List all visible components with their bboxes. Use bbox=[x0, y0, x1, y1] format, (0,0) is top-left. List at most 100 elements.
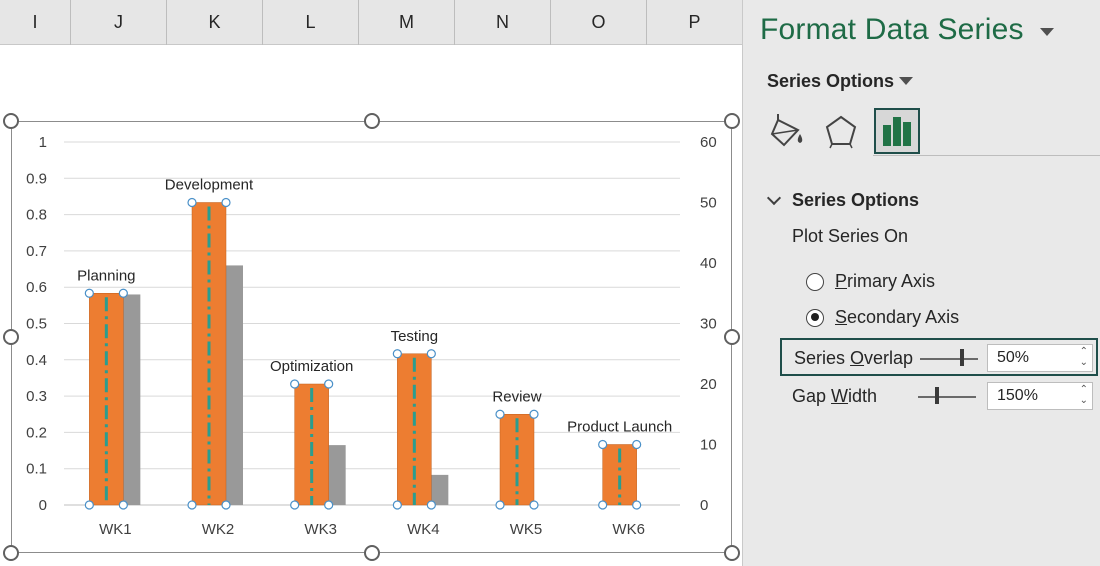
selection-handle bbox=[392, 349, 402, 359]
resize-handle-bottom-right[interactable] bbox=[724, 545, 740, 561]
resize-handle-top[interactable] bbox=[364, 113, 380, 129]
selection-handle bbox=[118, 288, 128, 298]
primary-axis-option[interactable]: Primary Axis bbox=[806, 271, 935, 292]
secondary-series-bar bbox=[397, 353, 432, 506]
effects-tab[interactable] bbox=[818, 108, 864, 154]
primary-axis-tick: 0.1 bbox=[26, 461, 47, 478]
primary-axis-tick: 0.3 bbox=[26, 388, 47, 405]
resize-handle-left[interactable] bbox=[3, 329, 19, 345]
pentagon-icon bbox=[825, 115, 857, 149]
chevron-down-icon bbox=[766, 190, 782, 205]
pane-menu-caret-icon[interactable] bbox=[1040, 28, 1054, 36]
primary-axis-tick: 0.9 bbox=[26, 170, 47, 187]
resize-handle-top-left[interactable] bbox=[3, 113, 19, 129]
selection-handle bbox=[324, 379, 334, 389]
spin-arrows-icon[interactable]: ⌃ ⌄ bbox=[1080, 346, 1088, 368]
data-label: Development bbox=[165, 177, 254, 194]
fill-line-tab[interactable] bbox=[764, 108, 810, 154]
secondary-axis-tick: 40 bbox=[700, 255, 717, 272]
selection-handle bbox=[529, 409, 539, 419]
pane-title: Format Data Series bbox=[760, 13, 1024, 46]
secondary-axis-tick: 50 bbox=[700, 195, 717, 212]
category-tick: WK6 bbox=[612, 521, 645, 538]
gap-width-input[interactable]: 150% ⌃ ⌄ bbox=[987, 382, 1093, 410]
data-label: Optimization bbox=[270, 358, 353, 375]
category-tick: WK2 bbox=[202, 521, 235, 538]
primary-axis-label: Primary Axis bbox=[835, 271, 936, 291]
gap-width-row: Gap Width 150% ⌃ ⌄ bbox=[780, 378, 1098, 416]
selection-handle bbox=[392, 500, 402, 510]
series-overlap-slider-thumb[interactable] bbox=[960, 349, 964, 366]
selection-handle bbox=[221, 197, 231, 208]
primary-axis-radio[interactable] bbox=[806, 272, 824, 291]
primary-axis-tick: 0.7 bbox=[26, 243, 47, 260]
primary-axis-tick: 0.8 bbox=[26, 207, 47, 224]
series-overlap-label: Series Overlap bbox=[794, 348, 914, 368]
spin-arrows-icon[interactable]: ⌃ ⌄ bbox=[1080, 384, 1088, 406]
paint-bucket-icon bbox=[770, 114, 803, 147]
gap-width-label: Gap Width bbox=[792, 386, 878, 406]
selection-handle bbox=[426, 349, 436, 359]
bar-chart-icon bbox=[883, 117, 911, 146]
selection-handle bbox=[290, 500, 300, 510]
selection-handle bbox=[118, 500, 128, 510]
selection-handle bbox=[324, 500, 334, 510]
secondary-axis-tick: 60 bbox=[700, 134, 717, 151]
gap-width-slider[interactable] bbox=[918, 396, 976, 398]
data-label: Testing bbox=[391, 328, 439, 345]
selection-handle bbox=[426, 500, 436, 510]
selection-handle bbox=[598, 500, 608, 510]
primary-axis-tick: 0.4 bbox=[26, 352, 47, 369]
selection-handle bbox=[632, 439, 642, 450]
plot-series-on-label: Plot Series On bbox=[792, 226, 909, 246]
selection-handle bbox=[495, 409, 505, 419]
selection-handle bbox=[632, 500, 642, 510]
selection-handle bbox=[290, 379, 300, 389]
series-overlap-row: Series Overlap 50% ⌃ ⌄ bbox=[780, 338, 1098, 376]
secondary-axis-radio[interactable] bbox=[806, 308, 824, 327]
chevron-down-icon[interactable] bbox=[899, 77, 913, 85]
gap-width-value: 150% bbox=[997, 387, 1038, 404]
format-data-series-pane: Format Data Series Series Options Series… bbox=[742, 0, 1100, 566]
resize-handle-bottom[interactable] bbox=[364, 545, 380, 561]
series-overlap-slider[interactable] bbox=[920, 358, 978, 360]
series-overlap-input[interactable]: 50% ⌃ ⌄ bbox=[987, 344, 1093, 372]
selection-handle bbox=[221, 500, 231, 510]
data-label: Product Launch bbox=[567, 419, 672, 436]
category-tick: WK4 bbox=[407, 521, 440, 538]
section-title: Series Options bbox=[792, 190, 920, 210]
secondary-axis-option[interactable]: Secondary Axis bbox=[806, 307, 959, 328]
resize-handle-top-right[interactable] bbox=[724, 113, 740, 129]
data-label: Review bbox=[492, 388, 541, 405]
primary-axis-tick: 0.6 bbox=[26, 279, 47, 296]
resize-handle-right[interactable] bbox=[724, 329, 740, 345]
series-options-dropdown[interactable]: Series Options bbox=[767, 71, 894, 92]
secondary-axis-tick: 0 bbox=[700, 497, 708, 514]
selection-handle bbox=[84, 288, 94, 298]
primary-axis-tick: 0 bbox=[39, 497, 47, 514]
secondary-axis-tick: 10 bbox=[700, 437, 717, 454]
category-tick: WK1 bbox=[99, 521, 132, 538]
secondary-axis-label: Secondary Axis bbox=[835, 307, 960, 327]
series-options-section-header[interactable]: Series Options bbox=[766, 190, 920, 211]
primary-axis-tick: 0.2 bbox=[26, 424, 47, 441]
gap-width-slider-thumb[interactable] bbox=[935, 387, 939, 404]
secondary-axis-tick: 30 bbox=[700, 316, 717, 333]
primary-axis-tick: 1 bbox=[39, 134, 47, 151]
primary-axis-tick: 0.5 bbox=[26, 316, 47, 333]
selection-handle bbox=[84, 500, 94, 510]
selection-handle bbox=[495, 500, 505, 510]
selection-handle bbox=[598, 439, 608, 450]
series-options-tab[interactable] bbox=[874, 108, 920, 154]
selection-handle bbox=[187, 500, 197, 510]
chart-plot[interactable]: 00.10.20.30.40.50.60.70.80.9101020304050… bbox=[0, 0, 742, 566]
series-overlap-value: 50% bbox=[997, 349, 1030, 366]
selection-handle bbox=[187, 197, 197, 208]
selection-handle bbox=[529, 500, 539, 510]
category-tick: WK3 bbox=[304, 521, 337, 538]
resize-handle-bottom-left[interactable] bbox=[3, 545, 19, 561]
data-label: Planning bbox=[77, 267, 135, 284]
secondary-axis-tick: 20 bbox=[700, 376, 717, 393]
tab-divider bbox=[873, 155, 1100, 156]
category-tick: WK5 bbox=[510, 521, 543, 538]
